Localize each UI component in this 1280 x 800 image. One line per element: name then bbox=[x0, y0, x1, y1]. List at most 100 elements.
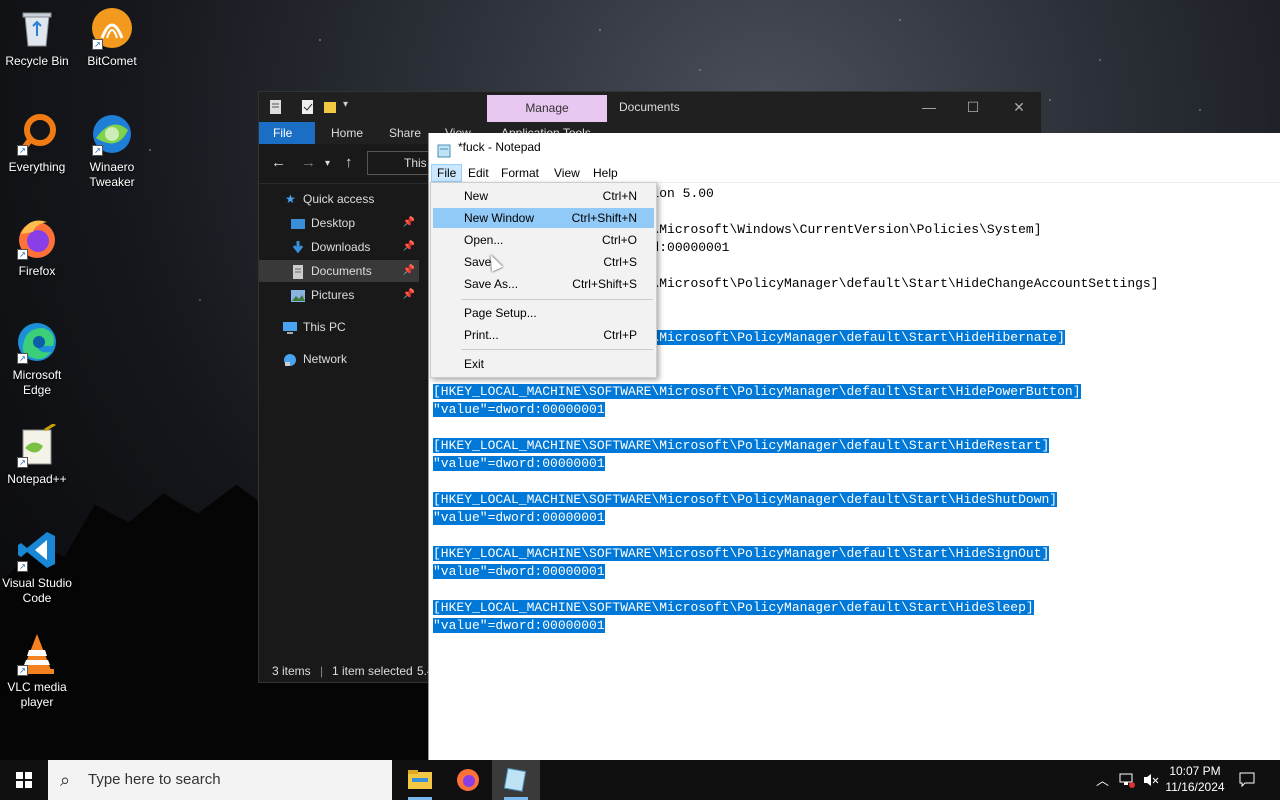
desktop-icon-label: Visual Studio Code bbox=[2, 576, 72, 605]
file-explorer-icon bbox=[408, 770, 432, 800]
desktop-icon-vscode[interactable]: ↗ Visual Studio Code bbox=[0, 528, 74, 606]
menu-separator bbox=[461, 349, 653, 350]
minimize-button[interactable]: — bbox=[919, 97, 939, 117]
menu-file[interactable]: File bbox=[431, 164, 463, 182]
show-hidden-icons-chevron-icon[interactable]: ︿ bbox=[1096, 770, 1109, 789]
notepad-titlebar[interactable]: *fuck - Notepad bbox=[429, 133, 1280, 161]
windows-logo-icon bbox=[16, 772, 32, 788]
documents-icon bbox=[291, 264, 305, 279]
desktop-icon-everything[interactable]: ↗ Everything bbox=[0, 112, 74, 175]
clock-time: 10:07 PM bbox=[1169, 764, 1221, 778]
start-button[interactable] bbox=[0, 760, 48, 800]
taskbar-firefox[interactable] bbox=[444, 760, 492, 800]
menu-item-save-as[interactable]: Save As... Ctrl+Shift+S bbox=[433, 274, 654, 294]
clock-date: 11/16/2024 bbox=[1165, 780, 1225, 794]
menu-item-print[interactable]: Print... Ctrl+P bbox=[433, 325, 654, 345]
desktop-icon-label: Everything bbox=[8, 160, 66, 174]
ribbon-tab-home[interactable]: Home bbox=[317, 122, 377, 144]
menu-view[interactable]: View bbox=[549, 164, 585, 182]
vlc-icon: ↗ bbox=[15, 632, 59, 676]
desktop-icon-label: Microsoft Edge bbox=[12, 368, 62, 397]
nav-item-quick-access[interactable]: ★ Quick access bbox=[259, 188, 419, 210]
nav-item-downloads[interactable]: Downloads 📌 bbox=[259, 236, 419, 258]
selected-text: [HKEY_LOCAL_MACHINE\SOFTWARE\Microsoft\P… bbox=[433, 546, 1050, 561]
file-menu-dropdown: New Ctrl+N New Window Ctrl+Shift+N Open...… bbox=[430, 182, 657, 378]
desktop-icon-recycle-bin[interactable]: Recycle Bin bbox=[0, 6, 74, 69]
nav-item-desktop[interactable]: Desktop 📌 bbox=[259, 212, 419, 234]
menu-item-open[interactable]: Open... Ctrl+O bbox=[433, 230, 654, 250]
nav-item-this-pc[interactable]: This PC bbox=[259, 316, 419, 338]
desktop-icon-label: Firefox bbox=[18, 264, 56, 278]
search-icon: ⌕ bbox=[60, 770, 71, 790]
taskbar: ⌕ Type here to search ︿ 10:07 PM 11/16/2… bbox=[0, 760, 1280, 800]
menu-edit[interactable]: Edit bbox=[463, 164, 494, 182]
system-clock[interactable]: 10:07 PM 11/16/2024 bbox=[1160, 763, 1230, 795]
desktop-icon-vlc[interactable]: ↗ VLC media player bbox=[0, 632, 74, 710]
text-line: "value"=dword:00000001 bbox=[433, 617, 1280, 635]
menu-format[interactable]: Format bbox=[496, 164, 544, 182]
selected-text: [HKEY_LOCAL_MACHINE\SOFTWARE\Microsoft\P… bbox=[433, 438, 1050, 453]
quick-access-toolbar-dropdown-icon[interactable]: ▾ bbox=[343, 99, 357, 115]
new-folder-icon[interactable] bbox=[323, 99, 337, 115]
nav-item-network[interactable]: Network bbox=[259, 348, 419, 370]
desktop-icon-notepadpp[interactable]: ↗ Notepad++ bbox=[0, 422, 74, 487]
desktop-folder-icon bbox=[291, 216, 305, 230]
text-line: [HKEY_LOCAL_MACHINE\SOFTWARE\Microsoft\P… bbox=[433, 545, 1280, 563]
menu-help[interactable]: Help bbox=[588, 164, 623, 182]
winaero-tweaker-icon: ↗ bbox=[90, 112, 134, 156]
selected-text: "value"=dword:00000001 bbox=[433, 510, 605, 525]
recent-locations-chevron-icon[interactable]: ▾ bbox=[325, 158, 330, 169]
network-disconnected-icon[interactable] bbox=[1118, 771, 1136, 792]
taskbar-search-box[interactable]: ⌕ Type here to search bbox=[48, 760, 392, 800]
checkmark-doc-icon[interactable] bbox=[301, 99, 315, 115]
desktop-icon-edge[interactable]: ↗ Microsoft Edge bbox=[0, 320, 74, 398]
nav-item-documents[interactable]: Documents 📌 bbox=[259, 260, 419, 282]
navigation-pane: ★ Quick access Desktop 📌 Downloads 📌 Doc… bbox=[259, 184, 427, 654]
taskbar-file-explorer[interactable] bbox=[396, 760, 444, 800]
selected-text: [HKEY_LOCAL_MACHINE\SOFTWARE\Microsoft\P… bbox=[433, 492, 1058, 507]
notepadpp-icon: ↗ bbox=[15, 422, 59, 468]
desktop-icon-winaero[interactable]: ↗ Winaero Tweaker bbox=[75, 112, 149, 190]
action-center-notification-icon[interactable] bbox=[1238, 770, 1256, 791]
menu-item-page-setup[interactable]: Page Setup... bbox=[433, 303, 654, 323]
desktop-icon-label: BitComet bbox=[87, 54, 137, 68]
menu-item-save[interactable]: Save Ctrl+S bbox=[433, 252, 654, 272]
properties-icon[interactable] bbox=[269, 99, 283, 115]
download-arrow-icon bbox=[291, 240, 305, 254]
star-icon: ★ bbox=[285, 192, 296, 206]
nav-item-pictures[interactable]: Pictures 📌 bbox=[259, 284, 419, 306]
maximize-button[interactable]: ☐ bbox=[963, 97, 983, 117]
menu-item-exit[interactable]: Exit bbox=[433, 354, 654, 374]
text-line: "value"=dword:00000001 bbox=[433, 455, 1280, 473]
status-selected-count: 1 item selected bbox=[332, 664, 413, 678]
taskbar-notepad[interactable] bbox=[492, 760, 540, 800]
text-line bbox=[433, 581, 1280, 599]
close-button[interactable]: ✕ bbox=[1009, 97, 1029, 117]
menu-item-new[interactable]: New Ctrl+N bbox=[433, 186, 654, 206]
text-line: "value"=dword:00000001 bbox=[433, 401, 1280, 419]
ribbon-tab-share[interactable]: Share bbox=[375, 122, 435, 144]
desktop-icon-label: Recycle Bin bbox=[5, 54, 69, 68]
forward-arrow-icon[interactable]: → bbox=[301, 154, 316, 171]
address-bar[interactable]: This bbox=[367, 151, 437, 175]
selected-text: "value"=dword:00000001 bbox=[433, 456, 605, 471]
selected-text: [HKEY_LOCAL_MACHINE\SOFTWARE\Microsoft\P… bbox=[433, 384, 1081, 399]
text-line: [HKEY_LOCAL_MACHINE\SOFTWARE\Microsoft\P… bbox=[433, 599, 1280, 617]
pin-icon: 📌 bbox=[402, 265, 415, 276]
desktop-icon-firefox[interactable]: ↗ Firefox bbox=[0, 216, 74, 279]
text-line: [HKEY_LOCAL_MACHINE\SOFTWARE\Microsoft\P… bbox=[433, 437, 1280, 455]
up-arrow-icon[interactable]: ↑ bbox=[345, 154, 353, 171]
notepad-menubar: File Edit Format View Help bbox=[429, 161, 1280, 183]
menu-item-new-window[interactable]: New Window Ctrl+Shift+N bbox=[433, 208, 654, 228]
explorer-titlebar[interactable]: ▾ Manage Documents — ☐ ✕ bbox=[259, 92, 1041, 122]
edge-icon: ↗ bbox=[15, 320, 59, 364]
desktop-icon-label: Notepad++ bbox=[7, 472, 67, 486]
text-line bbox=[433, 527, 1280, 545]
back-arrow-icon[interactable]: ← bbox=[271, 154, 286, 171]
manage-contextual-tab[interactable]: Manage bbox=[487, 95, 607, 122]
desktop-icon-bitcomet[interactable]: ↗ BitComet bbox=[75, 6, 149, 69]
selected-text: "value"=dword:00000001 bbox=[433, 618, 605, 633]
volume-muted-icon[interactable] bbox=[1142, 771, 1160, 792]
ribbon-tab-file[interactable]: File bbox=[259, 122, 315, 144]
pictures-icon bbox=[291, 288, 305, 302]
